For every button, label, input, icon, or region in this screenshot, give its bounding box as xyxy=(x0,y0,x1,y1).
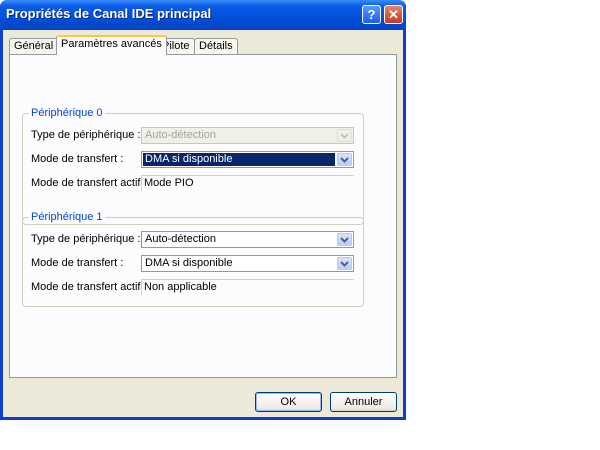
dialog-window: Propriétés de Canal IDE principal ? ✕ Gé… xyxy=(0,0,406,420)
device-1-legend: Périphérique 1 xyxy=(31,211,103,223)
device-1-type-value: Auto-détection xyxy=(145,233,216,245)
tab-panel: Périphérique 0 Type de périphérique : Au… xyxy=(9,54,397,378)
device-1-type-label: Type de périphérique : xyxy=(31,233,141,245)
device-0-group: Périphérique 0 Type de périphérique : Au… xyxy=(22,107,364,225)
device-0-transfer-mode-label: Mode de transfert : xyxy=(31,153,124,165)
chevron-down-icon xyxy=(337,129,352,142)
device-1-active-mode-value: Non applicable xyxy=(144,281,217,293)
close-button[interactable]: ✕ xyxy=(384,5,403,24)
ok-button[interactable]: OK xyxy=(255,392,322,412)
window-title: Propriétés de Canal IDE principal xyxy=(6,6,212,21)
device-0-type-label: Type de périphérique : xyxy=(31,129,141,141)
dialog-client-area: Général Paramètres avancés Pilote Détail… xyxy=(3,30,403,417)
chevron-down-icon[interactable] xyxy=(337,153,352,166)
chevron-down-icon[interactable] xyxy=(337,233,352,246)
device-0-legend: Périphérique 0 xyxy=(31,107,103,119)
device-1-group: Périphérique 1 Type de périphérique : Au… xyxy=(22,211,364,307)
device-1-active-mode-field: Non applicable xyxy=(141,279,354,296)
device-1-type-select[interactable]: Auto-détection xyxy=(141,231,354,248)
tab-advanced-settings[interactable]: Paramètres avancés xyxy=(56,35,167,55)
device-0-transfer-mode-value: DMA si disponible xyxy=(143,153,335,166)
device-1-transfer-mode-select[interactable]: DMA si disponible xyxy=(141,255,354,272)
tab-general[interactable]: Général xyxy=(9,38,59,54)
cancel-button[interactable]: Annuler xyxy=(330,392,397,412)
title-bar[interactable]: Propriétés de Canal IDE principal ? ✕ xyxy=(0,0,406,30)
device-0-type-value: Auto-détection xyxy=(145,129,216,141)
device-1-transfer-mode-label: Mode de transfert : xyxy=(31,257,124,269)
device-0-active-mode-label: Mode de transfert actif : xyxy=(31,177,147,189)
device-0-type-select: Auto-détection xyxy=(141,127,354,144)
tab-details[interactable]: Détails xyxy=(194,38,238,54)
help-button[interactable]: ? xyxy=(362,5,381,24)
chevron-down-icon[interactable] xyxy=(337,257,352,270)
device-0-active-mode-value: Mode PIO xyxy=(144,177,194,189)
device-1-active-mode-label: Mode de transfert actif : xyxy=(31,281,147,293)
device-0-transfer-mode-select[interactable]: DMA si disponible xyxy=(141,151,354,168)
device-0-active-mode-field: Mode PIO xyxy=(141,175,354,192)
device-1-transfer-mode-value: DMA si disponible xyxy=(145,257,233,269)
